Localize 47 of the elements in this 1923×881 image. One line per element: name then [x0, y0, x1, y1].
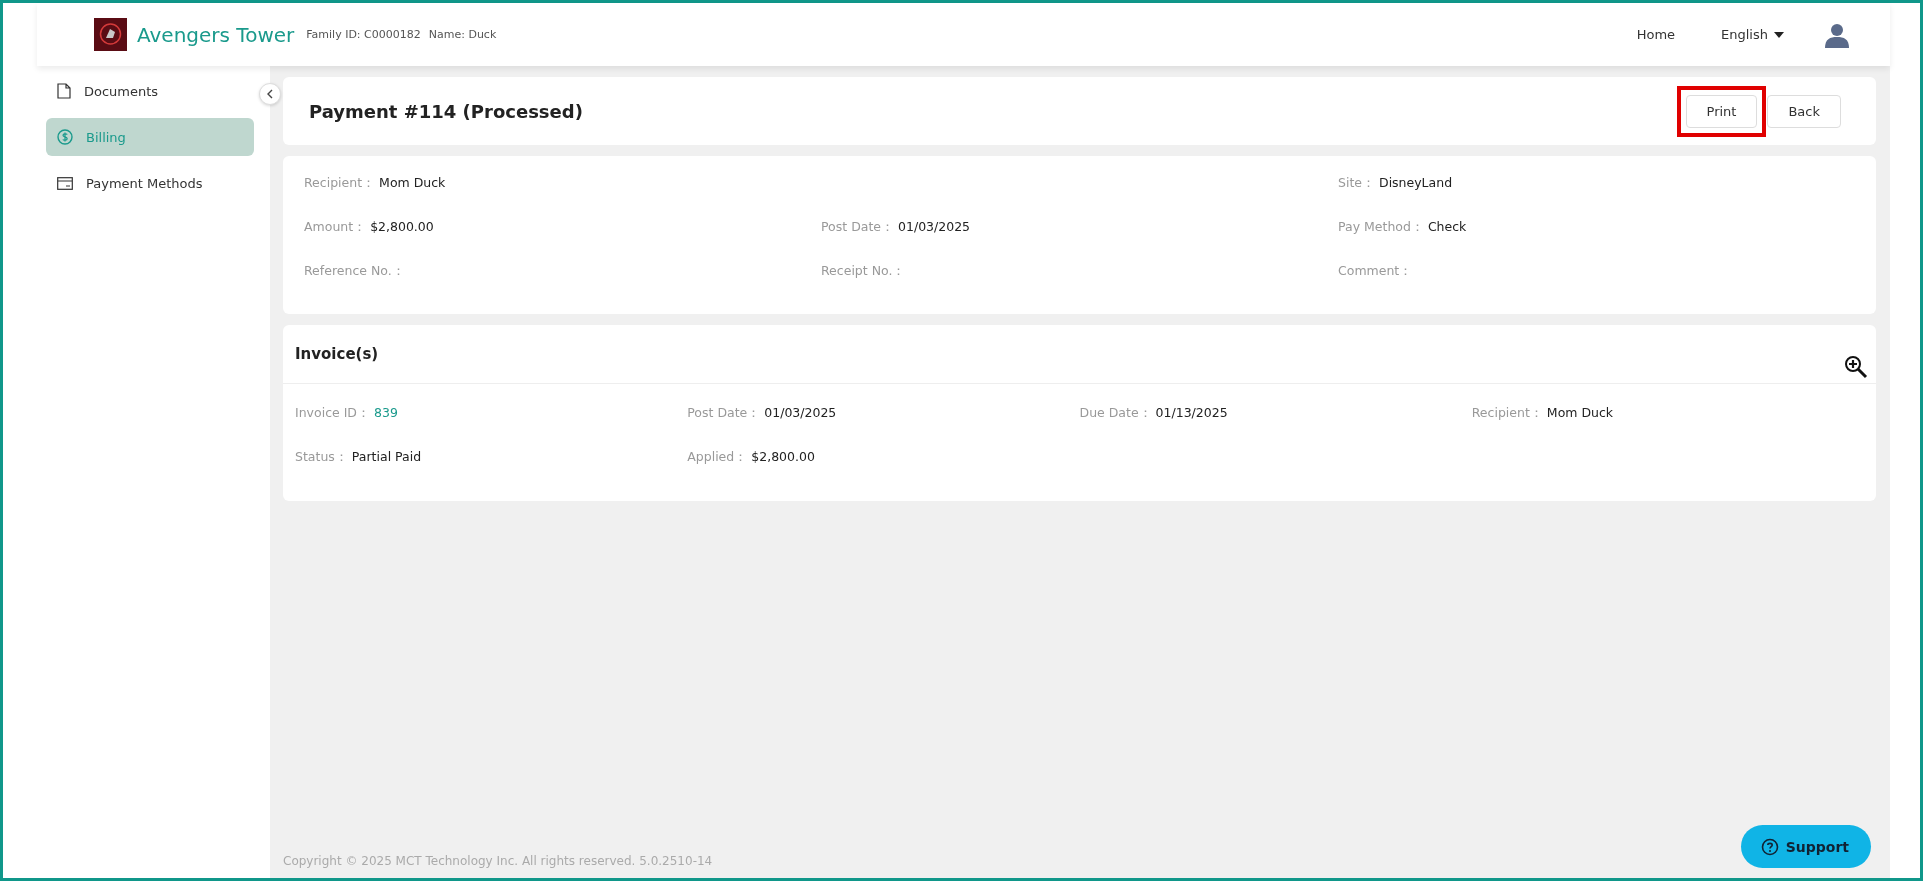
field-value: Check [1427, 219, 1467, 234]
field-label: Post Date： [821, 219, 894, 236]
field-value: 01/03/2025 [898, 219, 971, 234]
field-value: 01/13/2025 [1155, 405, 1228, 420]
field-value: Mom Duck [379, 175, 446, 190]
field-label: Applied： [687, 449, 748, 466]
family-name: Name: Duck [428, 28, 497, 41]
field-value: Partial Paid [351, 449, 422, 464]
help-icon [1760, 837, 1779, 856]
field-label: Recipient： [1471, 405, 1543, 422]
sidebar-item[interactable]: Payment Methods [46, 164, 254, 202]
zoom-in-icon[interactable] [1844, 355, 1868, 379]
field-label: Status： [295, 449, 348, 466]
field-label: Recipient： [304, 175, 376, 192]
field-value: 01/03/2025 [764, 405, 837, 420]
dollar-circle-icon [57, 129, 73, 145]
page-title: Payment #114 (Processed) [309, 100, 584, 122]
chevron-left-icon [266, 89, 274, 99]
field-value: $2,800.00 [370, 219, 434, 234]
sidebar-item[interactable]: Documents [46, 72, 254, 110]
field-label: Post Date： [687, 405, 761, 422]
support-button[interactable]: Support [1740, 825, 1871, 868]
field-value: DisneyLand [1379, 175, 1453, 190]
brand-name: Avengers Tower [137, 22, 295, 47]
field-label: Reference No.： [304, 263, 405, 280]
back-button[interactable]: Back [1767, 94, 1841, 128]
language-dropdown[interactable]: English [1715, 26, 1790, 43]
field-value: Mom Duck [1546, 405, 1614, 420]
field-label: Due Date： [1079, 405, 1152, 422]
field-value: $2,800.00 [751, 449, 815, 464]
field-label: Comment： [1338, 263, 1413, 280]
invoice-link[interactable]: 839 [374, 405, 398, 420]
caret-down-icon [1774, 31, 1784, 38]
section-title: Invoice(s) [295, 345, 380, 363]
card-icon [57, 176, 73, 190]
copyright-text: Copyright © 2025 MCT Technology Inc. All rights reserved. 5.0.2510-14 [283, 854, 713, 868]
family-id: Family ID: C0000182 [306, 28, 421, 41]
field-label: Site： [1338, 175, 1375, 192]
field-label: Amount： [304, 219, 367, 236]
logo-icon [94, 18, 127, 51]
home-link[interactable]: Home [1630, 26, 1682, 43]
field-label: Receipt No.： [821, 263, 906, 280]
field-label: Pay Method： [1338, 219, 1424, 236]
user-avatar-icon[interactable] [1824, 21, 1850, 48]
document-icon [57, 83, 71, 99]
field-label: Invoice ID： [295, 405, 370, 422]
print-button[interactable]: Print [1685, 94, 1758, 128]
